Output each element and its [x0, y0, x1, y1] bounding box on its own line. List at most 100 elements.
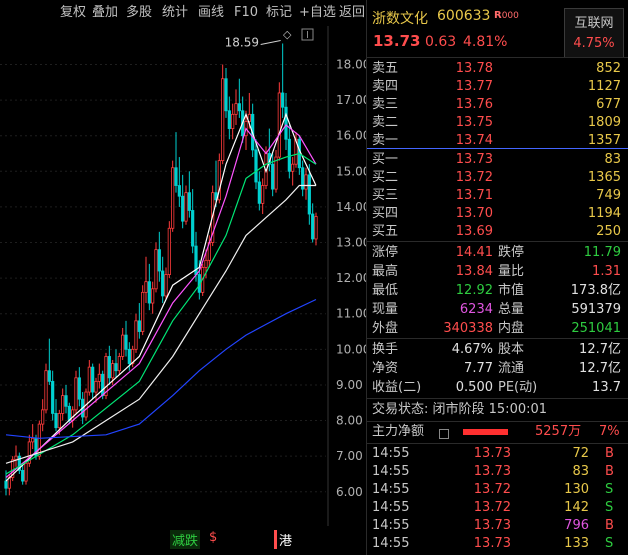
- y-tick-label: 15.00: [336, 164, 366, 178]
- sell-level-price: 13.75: [455, 115, 493, 130]
- toolbar-stats[interactable]: 统计: [162, 4, 188, 22]
- sell-level-row[interactable]: 卖三 13.76 677: [367, 96, 628, 113]
- toolbar-overlay[interactable]: 叠加: [92, 4, 118, 22]
- tick-price: 13.73: [473, 464, 511, 479]
- candle: [177, 157, 181, 207]
- industry-box[interactable]: 互联网 4.75%: [564, 8, 624, 58]
- stat-label: 涨停: [372, 245, 399, 260]
- candle: [281, 43, 285, 118]
- sell-level-price: 13.76: [455, 97, 493, 112]
- candle: [134, 313, 138, 353]
- chart-corner-icons: ◇: [283, 28, 314, 41]
- y-tick-label: 7.00: [336, 449, 363, 463]
- candle: [117, 352, 121, 375]
- diamond-icon[interactable]: ◇: [283, 28, 292, 41]
- stat-value: 12.92: [455, 283, 493, 298]
- buy-level-volume: 749: [596, 188, 621, 203]
- stat-label: 净资: [372, 361, 399, 376]
- buy-level-row[interactable]: 买一 13.73 83: [367, 151, 628, 168]
- sell-level-label: 卖一: [372, 133, 399, 148]
- tick-volume: 72: [572, 446, 589, 461]
- candle: [151, 281, 155, 314]
- buy-level-row[interactable]: 买五 13.69 250: [367, 223, 628, 240]
- sell-level-volume: 1357: [587, 133, 621, 148]
- y-tick-label: 18.00: [336, 57, 366, 71]
- candle: [161, 256, 165, 304]
- candle: [91, 363, 95, 400]
- sell-level-row[interactable]: 卖一 13.74 1357: [367, 132, 628, 149]
- candle: [297, 135, 301, 175]
- indicator-jiandie[interactable]: 减跌: [170, 530, 201, 549]
- buy-level-row[interactable]: 买二 13.72 1365: [367, 169, 628, 186]
- candle: [27, 434, 31, 467]
- toolbar-mark[interactable]: 标记: [266, 4, 292, 22]
- sell-level-row[interactable]: 卖四 13.77 1127: [367, 78, 628, 95]
- candle: [17, 452, 21, 474]
- stat-label: 外盘: [372, 321, 399, 336]
- stat-value: 6234: [459, 302, 493, 317]
- tick-side: B: [605, 464, 614, 479]
- buy-level-volume: 250: [596, 224, 621, 239]
- candle: [221, 64, 225, 165]
- stat-value: 11.79: [583, 245, 621, 260]
- y-tick-label: 9.00: [336, 378, 363, 392]
- stat-label: 量比: [498, 264, 525, 279]
- candle: [184, 185, 188, 225]
- candle: [291, 157, 295, 186]
- stat-label: 换手: [372, 342, 399, 357]
- candle: [237, 78, 241, 118]
- candle: [231, 103, 235, 140]
- indicator-gang[interactable]: 港: [274, 530, 292, 549]
- stat-label: 总量: [498, 302, 525, 317]
- candle: [284, 92, 288, 150]
- candle: [61, 388, 65, 421]
- toolbar-f10[interactable]: F10: [234, 4, 258, 22]
- stat-label: 流通: [498, 361, 525, 376]
- main-flow-value: 5257万: [535, 424, 582, 439]
- indicator-dollar[interactable]: $: [209, 530, 217, 545]
- sell-level-price: 13.74: [455, 133, 493, 148]
- candle: [157, 231, 161, 282]
- tick-row: 14:55 13.72 142 S: [367, 499, 628, 517]
- candle: [224, 68, 228, 118]
- buy-level-volume: 1194: [587, 206, 621, 221]
- buy-level-label: 买四: [372, 206, 399, 221]
- candle: [11, 456, 15, 482]
- y-tick-label: 13.00: [336, 236, 366, 250]
- sell-level-row[interactable]: 卖五 13.78 852: [367, 60, 628, 77]
- tick-row: 14:55 13.73 133 S: [367, 535, 628, 553]
- toolbar-add-watchlist[interactable]: +自选: [299, 4, 336, 22]
- tick-time: 14:55: [372, 446, 410, 461]
- buy-level-volume: 1365: [587, 170, 621, 185]
- stat-value: 12.7亿: [579, 361, 621, 376]
- candlestick-chart[interactable]: 18.00 17.00 16.00 15.00 14.00 13.00 12.00 11.00…: [0, 26, 366, 526]
- candle: [74, 370, 78, 414]
- toolbar-multi-stock[interactable]: 多股: [126, 4, 152, 22]
- sell-level-volume: 677: [596, 97, 621, 112]
- buy-level-row[interactable]: 买四 13.70 1194: [367, 205, 628, 222]
- candle: [171, 160, 175, 232]
- candle: [217, 153, 221, 204]
- toolbar-draw-line[interactable]: 画线: [198, 4, 224, 22]
- tick-price: 13.72: [473, 482, 511, 497]
- tick-time: 14:55: [372, 536, 410, 551]
- y-tick-label: 14.00: [336, 200, 366, 214]
- candle: [77, 367, 81, 407]
- candle: [181, 174, 185, 229]
- tick-row: 14:55 13.73 796 B: [367, 517, 628, 535]
- sell-level-price: 13.78: [455, 61, 493, 76]
- flow-dropdown-icon[interactable]: [439, 429, 449, 439]
- toolbar-back[interactable]: 返回: [339, 4, 365, 22]
- stat-value: 13.84: [455, 264, 493, 279]
- max-price-marker: 18.59: [225, 35, 281, 49]
- buy-level-row[interactable]: 买三 13.71 749: [367, 187, 628, 204]
- toolbar-restore-rights[interactable]: 复权: [60, 4, 86, 22]
- sell-level-volume: 1809: [587, 115, 621, 130]
- trade-status: 交易状态: 闭市阶段 15:00:01: [372, 402, 548, 417]
- buy-level-price: 13.70: [455, 206, 493, 221]
- tick-row: 14:55 13.72 130 S: [367, 481, 628, 499]
- candle: [191, 189, 195, 254]
- buy-level-label: 买一: [372, 152, 399, 167]
- industry-name: 互联网: [574, 16, 614, 31]
- sell-level-row[interactable]: 卖二 13.75 1809: [367, 114, 628, 131]
